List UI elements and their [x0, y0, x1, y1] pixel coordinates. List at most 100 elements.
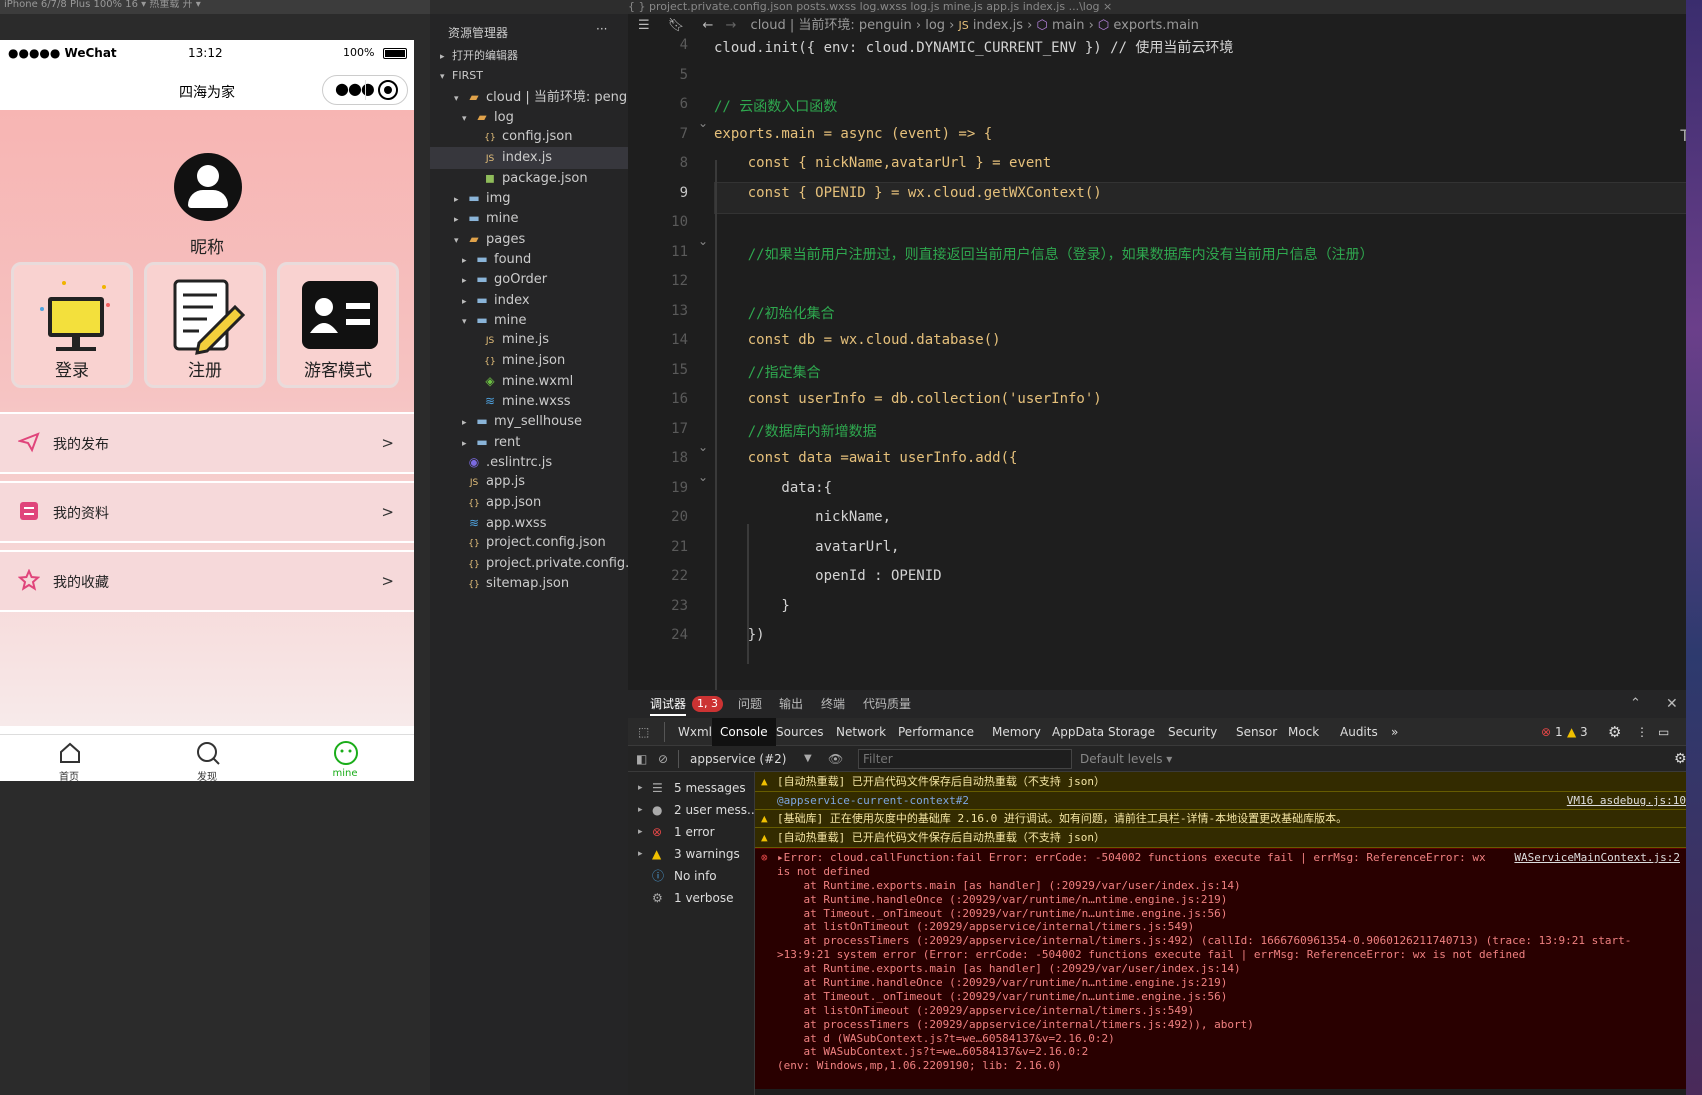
error-stack[interactable]: ▸Error: cloud.callFunction:fail Error: e…	[777, 851, 1702, 1073]
folder-icon: ▬	[476, 434, 488, 449]
kebab-menu-icon[interactable]: ⋮	[1636, 718, 1648, 746]
tab-home[interactable]: 首页	[0, 735, 138, 781]
console-filter-item[interactable]: ▸ ⊗ 1 error	[628, 820, 755, 844]
breadcrumb-item[interactable]: main	[1052, 18, 1084, 33]
tab-debugger[interactable]: 调试器	[650, 690, 687, 716]
tree-item[interactable]: ◼ package.json	[430, 167, 628, 189]
devtools-tab[interactable]: Memory	[992, 718, 1041, 746]
breadcrumb-item[interactable]: log	[925, 18, 945, 33]
tree-item[interactable]: ▸ ▬ mine	[430, 207, 628, 229]
tree-item[interactable]: ▾ FIRST	[430, 65, 628, 87]
tree-item[interactable]: {} project.private.config.js...	[430, 553, 628, 575]
json-icon: {}	[468, 559, 480, 570]
login-card[interactable]: 登录	[11, 262, 133, 388]
tree-item[interactable]: ▸ ▬ img	[430, 187, 628, 209]
breadcrumb-item[interactable]: exports.main	[1113, 18, 1199, 33]
fold-icon[interactable]: ⌄	[698, 440, 708, 454]
fold-icon[interactable]: ⌄	[698, 234, 708, 248]
devtools-tab[interactable]: Wxml	[678, 718, 712, 746]
tree-item[interactable]: ≋ mine.wxss	[430, 390, 628, 412]
tree-item[interactable]: ▸ ▬ my_sellhouse	[430, 410, 628, 432]
tree-item[interactable]: ▾ ▰ pages	[430, 228, 628, 250]
devtools-tab[interactable]: Network	[836, 718, 886, 746]
console-filter-item[interactable]: ▸ ● 2 user mess...	[628, 798, 755, 822]
filter-input[interactable]	[858, 749, 1072, 769]
bookmark-icon[interactable]: 🔖︎	[654, 18, 685, 33]
my-posts-row[interactable]: 我的发布 >	[0, 412, 414, 474]
devtools-tab[interactable]: Console	[712, 718, 776, 746]
console-filter-item[interactable]: ▸ ☰ 5 messages	[628, 776, 755, 800]
tree-item[interactable]: ▸ ▬ index	[430, 289, 628, 311]
tab-output[interactable]: 输出	[779, 690, 803, 718]
tree-item[interactable]: {} sitemap.json	[430, 573, 628, 595]
devtools-tab[interactable]: Security	[1168, 718, 1217, 746]
tab-mine[interactable]: mine	[276, 735, 414, 781]
close-capsule-icon[interactable]	[378, 80, 398, 100]
breadcrumb-item[interactable]: index.js	[973, 18, 1023, 33]
breadcrumb-item[interactable]: cloud | 当前环境: penguin	[741, 18, 912, 33]
tree-item[interactable]: {} app.json	[430, 492, 628, 514]
editor-tabs[interactable]: { } project.private.config.json posts.wx…	[628, 0, 1702, 14]
more-actions-icon[interactable]: ···	[596, 22, 607, 36]
tree-item[interactable]: ▾ ▰ log	[430, 106, 628, 128]
tree-item[interactable]: ▸ ▬ found	[430, 248, 628, 270]
more-icon[interactable]: ●●●	[335, 79, 375, 98]
tree-item-label: config.json	[502, 129, 573, 145]
tree-item[interactable]: ▸ 打开的编辑器	[430, 45, 628, 67]
tree-item[interactable]: ◉ .eslintrc.js	[430, 451, 628, 473]
tree-item[interactable]: JS mine.js	[430, 329, 628, 351]
tab-terminal[interactable]: 终端	[821, 690, 845, 718]
fold-icon[interactable]: ⌄	[698, 470, 708, 484]
context-source-link[interactable]: VM16 asdebug.js:10	[1567, 792, 1686, 810]
devtools-tab[interactable]: Sensor	[1236, 718, 1277, 746]
tree-item[interactable]: ▾ ▬ mine	[430, 309, 628, 331]
devtools-tab[interactable]: Sources	[776, 718, 823, 746]
outline-icon[interactable]: ☰	[628, 18, 650, 33]
forward-icon[interactable]: →	[718, 18, 737, 33]
tree-item[interactable]: JS index.js	[430, 146, 628, 169]
tree-item[interactable]: ▸ ▬ goOrder	[430, 268, 628, 290]
error-source-link[interactable]: WAServiceMainContext.js:2	[1514, 851, 1680, 864]
clear-console-icon[interactable]: ⊘	[658, 746, 668, 772]
sidebar-toggle-icon[interactable]: ◧	[636, 746, 647, 772]
console-settings-icon[interactable]: ⚙	[1674, 746, 1687, 772]
my-profile-row[interactable]: 我的资料 >	[0, 481, 414, 543]
devtools-tab[interactable]: »	[1391, 718, 1398, 746]
devtools-tab[interactable]: Mock	[1288, 718, 1319, 746]
chevron-icon: ▸	[454, 195, 459, 206]
devtools-tab[interactable]: Audits	[1340, 718, 1378, 746]
avatar-icon[interactable]	[174, 153, 242, 221]
register-card[interactable]: 注册	[144, 262, 266, 388]
close-panel-icon[interactable]: ✕	[1666, 690, 1678, 718]
console-filter-item[interactable]: ▸ ▲ 3 warnings	[628, 842, 755, 866]
simulator-toolbar[interactable]: iPhone 6/7/8 Plus 100% 16 ▾ 热重载 开 ▾	[0, 0, 430, 14]
settings-icon[interactable]: ⚙	[1608, 718, 1621, 746]
devtools-tab[interactable]: AppData	[1052, 718, 1104, 746]
my-favorites-row[interactable]: 我的收藏 >	[0, 550, 414, 612]
console-filter-item[interactable]: ⓘ No info	[628, 864, 755, 888]
maximize-panel-icon[interactable]: ⌃	[1630, 690, 1641, 718]
tree-item[interactable]: ≋ app.wxss	[430, 512, 628, 534]
eye-icon[interactable]: 👁︎	[828, 746, 843, 772]
tree-item[interactable]: ▾ ▰ cloud | 当前环境: peng...	[430, 86, 628, 108]
tab-code-quality[interactable]: 代码质量	[863, 690, 911, 718]
code-line: avatarUrl,	[714, 538, 900, 555]
log-levels-select[interactable]: Default levels ▾	[1080, 746, 1172, 772]
tree-item[interactable]: ▸ ▬ rent	[430, 431, 628, 453]
guest-card[interactable]: 游客模式	[277, 262, 399, 388]
back-icon[interactable]: ←	[688, 18, 713, 33]
tree-item[interactable]: {} mine.json	[430, 350, 628, 372]
console-filter-item[interactable]: ⚙ 1 verbose	[628, 886, 755, 910]
tab-discover[interactable]: 发现	[138, 735, 276, 781]
tree-item[interactable]: ◈ mine.wxml	[430, 370, 628, 392]
tree-item[interactable]: JS app.js	[430, 471, 628, 493]
inspect-icon[interactable]: ⬚	[638, 718, 649, 746]
devtools-tab[interactable]: Performance	[898, 718, 974, 746]
devtools-tab[interactable]: Storage	[1108, 718, 1155, 746]
dock-icon[interactable]: ▭	[1658, 718, 1669, 746]
context-select[interactable]: appservice (#2)	[690, 746, 786, 772]
tree-item[interactable]: {} project.config.json	[430, 532, 628, 554]
tab-problems[interactable]: 问题	[738, 690, 762, 718]
tree-item[interactable]: {} config.json	[430, 126, 628, 148]
fold-icon[interactable]: ⌄	[698, 116, 708, 130]
